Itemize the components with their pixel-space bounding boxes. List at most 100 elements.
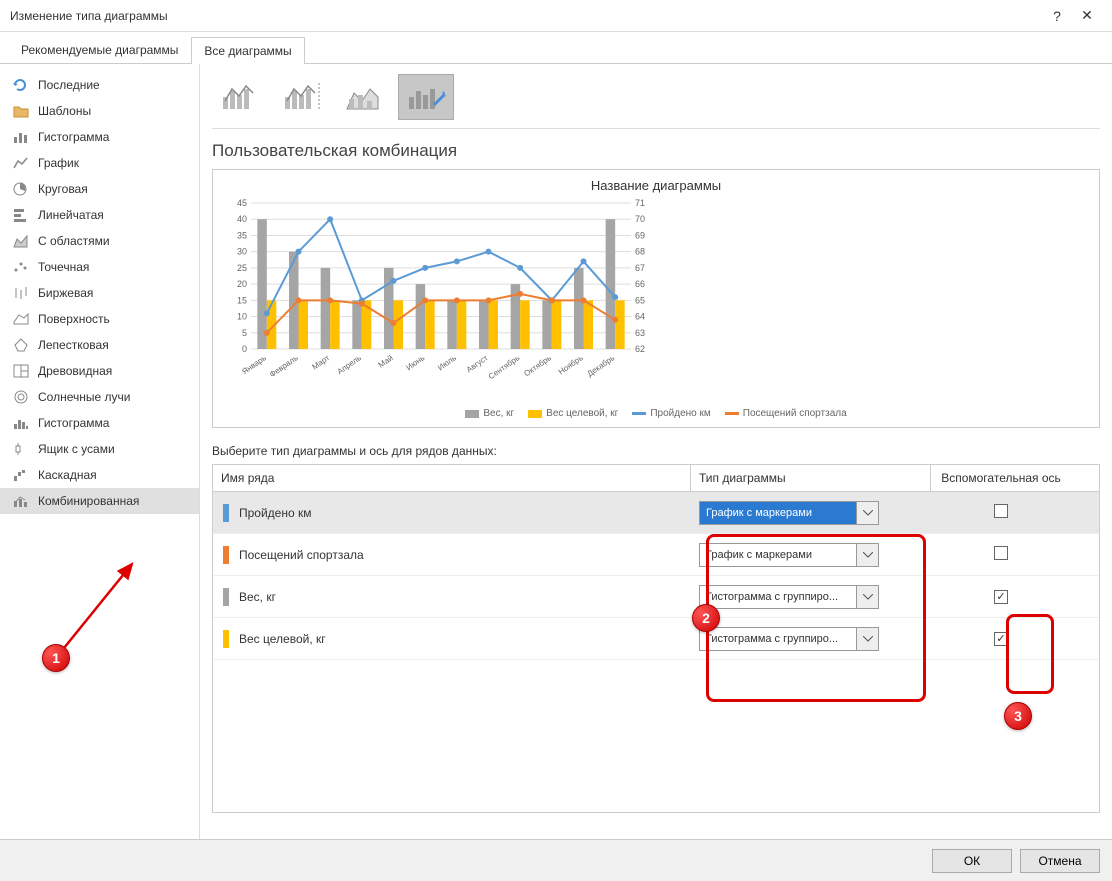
- series-color-chip: [223, 588, 229, 606]
- svg-text:62: 62: [635, 344, 645, 354]
- svg-text:66: 66: [635, 279, 645, 289]
- secondary-axis-checkbox[interactable]: [994, 546, 1008, 560]
- svg-text:Август: Август: [465, 353, 490, 374]
- chevron-down-icon: [856, 628, 878, 650]
- scatter-chart-icon: [12, 259, 30, 275]
- svg-text:Февраль: Февраль: [268, 353, 300, 379]
- sidebar-item-area[interactable]: С областями: [0, 228, 199, 254]
- sidebar-item-histogram[interactable]: Гистограмма: [0, 410, 199, 436]
- cancel-button[interactable]: Отмена: [1020, 849, 1100, 873]
- svg-text:Ноябрь: Ноябрь: [557, 353, 585, 376]
- ok-button[interactable]: ОК: [932, 849, 1012, 873]
- sidebar-item-scatter[interactable]: Точечная: [0, 254, 199, 280]
- surface-chart-icon: [12, 311, 30, 327]
- svg-text:63: 63: [635, 328, 645, 338]
- chart-type-dropdown[interactable]: Гистограмма с группиро...: [699, 627, 879, 651]
- svg-text:40: 40: [237, 214, 247, 224]
- sidebar-item-bar[interactable]: Линейчатая: [0, 202, 199, 228]
- subtype-1[interactable]: [212, 74, 268, 120]
- treemap-icon: [12, 363, 30, 379]
- svg-text:Июнь: Июнь: [404, 353, 426, 372]
- series-name: Вес, кг: [239, 590, 276, 604]
- waterfall-icon: [12, 467, 30, 483]
- svg-text:45: 45: [237, 199, 247, 208]
- sidebar-item-stock[interactable]: Биржевая: [0, 280, 199, 306]
- callout-3: 3: [1004, 702, 1032, 730]
- instruction-label: Выберите тип диаграммы и ось для рядов д…: [212, 444, 1100, 458]
- series-row[interactable]: Вес целевой, кг Гистограмма с группиро..…: [213, 618, 1099, 660]
- dialog-footer: ОК Отмена: [0, 839, 1112, 881]
- chevron-down-icon: [856, 544, 878, 566]
- sidebar-item-boxwhisker[interactable]: Ящик с усами: [0, 436, 199, 462]
- svg-text:69: 69: [635, 230, 645, 240]
- help-button[interactable]: ?: [1042, 8, 1072, 24]
- sidebar-item-surface[interactable]: Поверхность: [0, 306, 199, 332]
- sidebar-item-treemap[interactable]: Древовидная: [0, 358, 199, 384]
- sidebar-item-templates[interactable]: Шаблоны: [0, 98, 199, 124]
- secondary-axis-checkbox[interactable]: ✓: [994, 632, 1008, 646]
- svg-text:5: 5: [242, 328, 247, 338]
- svg-text:71: 71: [635, 199, 645, 208]
- svg-text:Октябрь: Октябрь: [522, 353, 553, 378]
- histogram-icon: [12, 415, 30, 431]
- sidebar-item-pie[interactable]: Круговая: [0, 176, 199, 202]
- series-name: Вес целевой, кг: [239, 632, 326, 646]
- section-title: Пользовательская комбинация: [212, 141, 1100, 161]
- tab-bar: Рекомендуемые диаграммы Все диаграммы: [0, 32, 1112, 64]
- svg-text:70: 70: [635, 214, 645, 224]
- folder-icon: [12, 103, 30, 119]
- svg-text:67: 67: [635, 263, 645, 273]
- boxwhisker-icon: [12, 441, 30, 457]
- tab-all[interactable]: Все диаграммы: [191, 37, 304, 64]
- col-header-axis: Вспомогательная ось: [931, 465, 1071, 491]
- chart-type-dropdown[interactable]: График с маркерами: [699, 543, 879, 567]
- svg-text:10: 10: [237, 312, 247, 322]
- sidebar-item-line[interactable]: График: [0, 150, 199, 176]
- svg-text:35: 35: [237, 230, 247, 240]
- secondary-axis-checkbox[interactable]: [994, 504, 1008, 518]
- series-row[interactable]: Вес, кг Гистограмма с группиро... ✓: [213, 576, 1099, 618]
- sidebar-item-sunburst[interactable]: Солнечные лучи: [0, 384, 199, 410]
- svg-text:Март: Март: [310, 353, 331, 372]
- chevron-down-icon: [856, 586, 878, 608]
- chevron-down-icon: [856, 502, 878, 524]
- series-name: Пройдено км: [239, 506, 312, 520]
- svg-text:30: 30: [237, 247, 247, 257]
- chart-preview: Название диаграммы 051015202530354045626…: [212, 169, 1100, 428]
- sidebar-item-radar[interactable]: Лепестковая: [0, 332, 199, 358]
- subtype-2[interactable]: [274, 74, 330, 120]
- sidebar-item-recent[interactable]: Последние: [0, 72, 199, 98]
- svg-text:64: 64: [635, 312, 645, 322]
- window-title: Изменение типа диаграммы: [10, 9, 1042, 23]
- svg-text:Апрель: Апрель: [336, 353, 363, 376]
- chart-type-dropdown[interactable]: Гистограмма с группиро...: [699, 585, 879, 609]
- pie-chart-icon: [12, 181, 30, 197]
- tab-recommended[interactable]: Рекомендуемые диаграммы: [8, 36, 191, 63]
- radar-chart-icon: [12, 337, 30, 353]
- chart-category-list: Последние Шаблоны Гистограмма График Кру…: [0, 64, 200, 841]
- combo-chart: 05101520253035404562636465666768697071Ян…: [221, 199, 661, 399]
- chart-legend: Вес, кг Вес целевой, кг Пройдено км Посе…: [221, 408, 1091, 419]
- close-button[interactable]: ✕: [1072, 7, 1102, 24]
- col-header-name: Имя ряда: [213, 465, 691, 491]
- bar-chart-icon: [12, 207, 30, 223]
- stock-chart-icon: [12, 285, 30, 301]
- series-row[interactable]: Посещений спортзала График с маркерами: [213, 534, 1099, 576]
- sidebar-item-column[interactable]: Гистограмма: [0, 124, 199, 150]
- svg-text:15: 15: [237, 295, 247, 305]
- secondary-axis-checkbox[interactable]: ✓: [994, 590, 1008, 604]
- callout-1: 1: [42, 644, 70, 672]
- series-row[interactable]: Пройдено км График с маркерами: [213, 492, 1099, 534]
- series-name: Посещений спортзала: [239, 548, 364, 562]
- chart-type-dropdown[interactable]: График с маркерами: [699, 501, 879, 525]
- sunburst-icon: [12, 389, 30, 405]
- combo-chart-icon: [12, 493, 30, 509]
- sidebar-item-waterfall[interactable]: Каскадная: [0, 462, 199, 488]
- area-chart-icon: [12, 233, 30, 249]
- subtype-3[interactable]: [336, 74, 392, 120]
- svg-text:Декабрь: Декабрь: [586, 353, 617, 378]
- subtype-4-custom[interactable]: [398, 74, 454, 120]
- sidebar-item-combo[interactable]: Комбинированная: [0, 488, 199, 514]
- chart-title: Название диаграммы: [221, 178, 1091, 193]
- svg-text:20: 20: [237, 279, 247, 289]
